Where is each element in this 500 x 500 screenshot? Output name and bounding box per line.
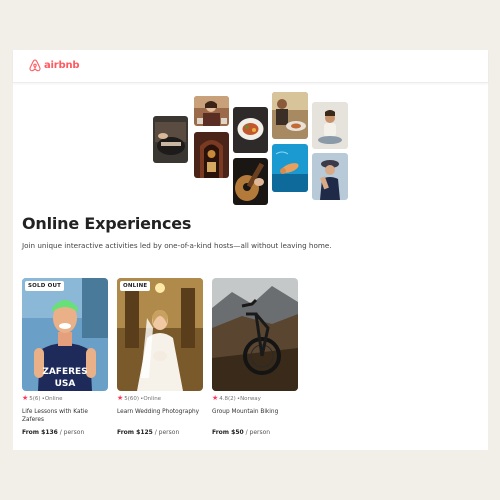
price: From $136 / person	[22, 429, 84, 436]
rating-value: 4.8(2)	[219, 395, 236, 402]
collage-photo-food	[233, 107, 268, 153]
experience-title[interactable]: Learn Wedding Photography	[117, 408, 203, 416]
experience-title[interactable]: Group Mountain Biking	[212, 408, 298, 416]
star-icon: ★	[22, 394, 29, 402]
collage-photo-dining	[272, 92, 308, 139]
status-badge: SOLD OUT	[25, 281, 65, 291]
price: From $50 / person	[212, 429, 270, 436]
svg-text:ZAFERES: ZAFERES	[42, 367, 87, 377]
location: •Norway	[236, 395, 261, 402]
main-card: airbnb Online Experiences Join unique in…	[13, 50, 488, 450]
status-badge: ONLINE	[120, 281, 151, 291]
page-title: Online Experiences	[22, 214, 192, 233]
price-value: $50	[231, 429, 244, 436]
price-value: $136	[41, 429, 58, 436]
svg-text:USA: USA	[55, 379, 76, 389]
page-subtitle: Join unique interactive activities led b…	[22, 241, 332, 250]
price-value: $125	[136, 429, 153, 436]
location: •Online	[140, 395, 162, 402]
price-unit: / person	[152, 429, 180, 436]
price: From $125 / person	[117, 429, 179, 436]
price-unit: / person	[243, 429, 271, 436]
collage-photo-swimming	[272, 144, 308, 192]
collage-photo-woman-hat	[312, 153, 348, 200]
experience-card[interactable]: ZAFERES USA SOLD OUT ★ 5(6) •Online Life…	[22, 278, 108, 436]
rating: ★ 5(6) •Online	[22, 395, 63, 402]
star-icon: ★	[117, 394, 124, 402]
collage-photo-yoga	[312, 102, 348, 149]
collage-photo-guitar	[233, 158, 268, 205]
rating-value: 5(6)	[29, 395, 41, 402]
experience-card[interactable]: ★ 4.8(2) •Norway Group Mountain Biking F…	[212, 278, 298, 436]
price-prefix: From	[22, 429, 42, 436]
price-unit: / person	[57, 429, 85, 436]
rating: ★ 4.8(2) •Norway	[212, 395, 261, 402]
experience-card[interactable]: ONLINE ★ 5(60) •Online Learn Wedding Pho…	[117, 278, 203, 436]
price-prefix: From	[117, 429, 137, 436]
experience-photo[interactable]: ZAFERES USA SOLD OUT	[22, 278, 108, 391]
hero-collage	[13, 50, 488, 230]
price-prefix: From	[212, 429, 232, 436]
rating: ★ 5(60) •Online	[117, 395, 161, 402]
collage-photo-doorway	[194, 132, 229, 178]
location: •Online	[41, 395, 63, 402]
star-icon: ★	[212, 394, 219, 402]
experience-photo[interactable]	[212, 278, 298, 391]
collage-photo-woman-cafe	[194, 96, 229, 126]
experience-photo[interactable]: ONLINE	[117, 278, 203, 391]
experience-title[interactable]: Life Lessons with Katie Zaferes	[22, 408, 108, 425]
rating-value: 5(60)	[124, 395, 140, 402]
collage-photo-cooking	[153, 116, 188, 163]
